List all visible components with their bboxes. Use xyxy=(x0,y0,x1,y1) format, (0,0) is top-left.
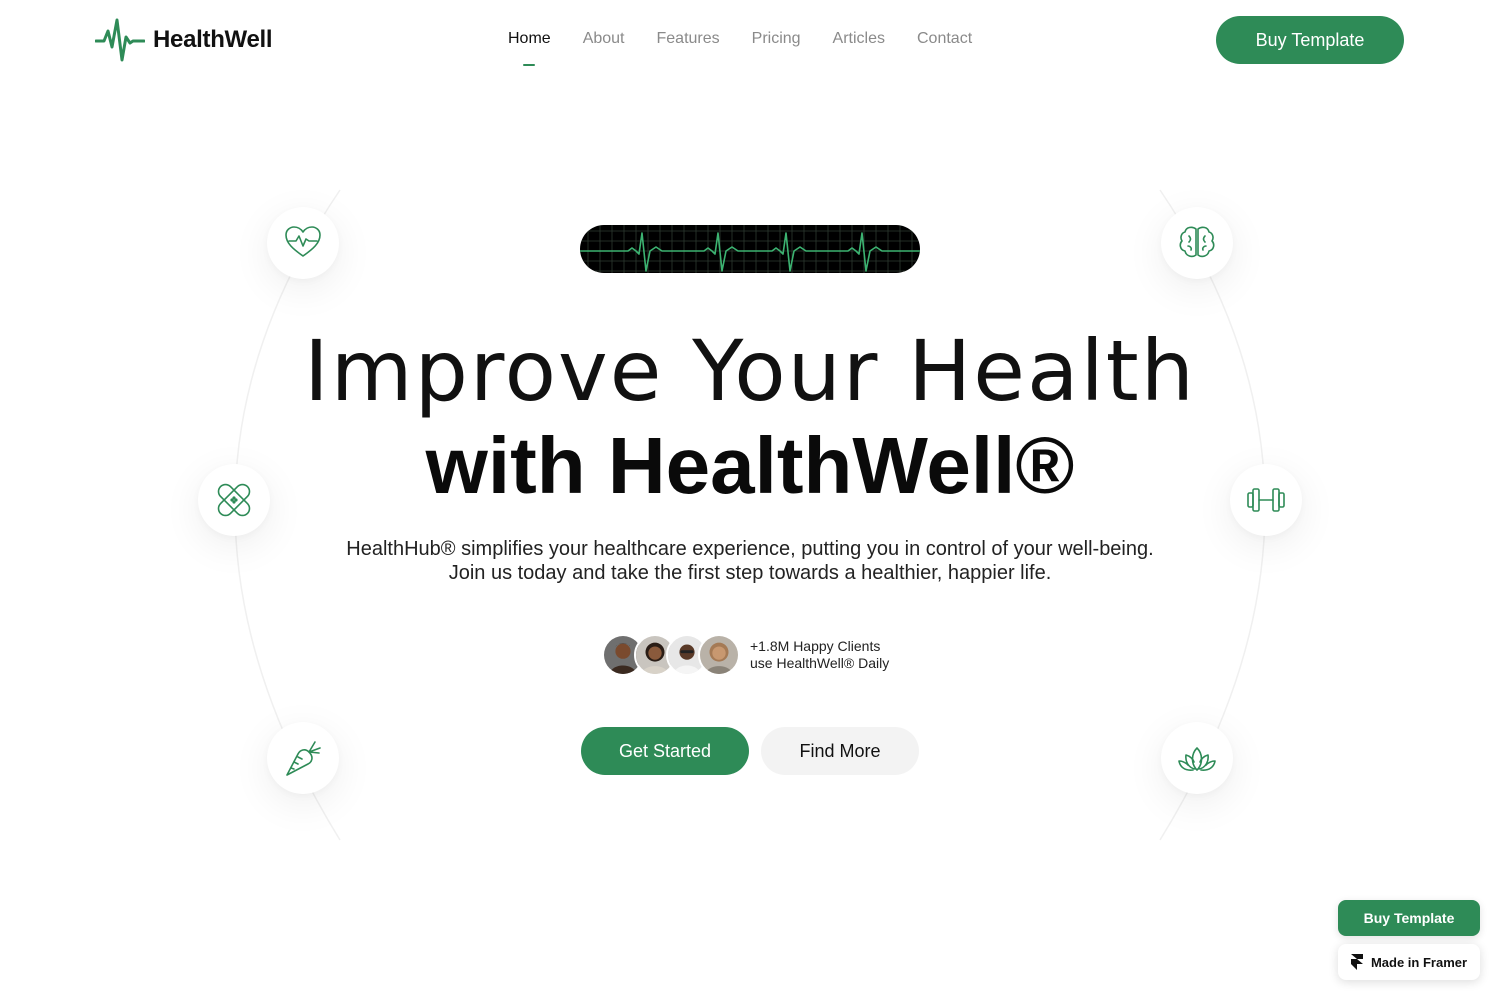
brand-name: HealthWell xyxy=(153,26,273,53)
nav-home[interactable]: Home xyxy=(508,30,551,48)
made-in-framer-label: Made in Framer xyxy=(1370,954,1468,970)
happy-clients: +1.8M Happy Clients use HealthWell® Dail… xyxy=(602,634,889,676)
nav-articles[interactable]: Articles xyxy=(833,30,885,48)
get-started-button[interactable]: Get Started xyxy=(581,727,749,775)
main-nav: Home About Features Pricing Articles Con… xyxy=(508,30,972,48)
avatar xyxy=(698,634,740,676)
carrot-icon xyxy=(267,722,339,794)
clients-usage: use HealthWell® Daily xyxy=(750,655,890,671)
nav-pricing[interactable]: Pricing xyxy=(752,30,801,48)
heart-pulse-icon xyxy=(267,207,339,279)
hero-title-line1: Improve Your Health xyxy=(304,322,1196,420)
find-more-button[interactable]: Find More xyxy=(761,727,919,775)
hero-subtitle-line2: Join us today and take the first step to… xyxy=(448,562,1052,584)
made-in-framer-badge[interactable]: Made in Framer xyxy=(1338,944,1480,980)
nav-contact[interactable]: Contact xyxy=(917,30,972,48)
clients-count: +1.8M Happy Clients xyxy=(750,638,881,654)
hero-title-line2: with HealthWell® xyxy=(425,421,1075,510)
framer-icon xyxy=(1350,954,1363,970)
clients-caption: +1.8M Happy Clients use HealthWell® Dail… xyxy=(750,638,889,672)
buy-template-button[interactable]: Buy Template xyxy=(1216,16,1404,64)
ecg-monitor-icon xyxy=(580,225,920,273)
lotus-icon xyxy=(1161,722,1233,794)
hero-subtitle-line1: HealthHub® simplifies your healthcare ex… xyxy=(346,538,1154,560)
brand-logo[interactable]: HealthWell xyxy=(95,14,273,66)
hero-subtitle: HealthHub® simplifies your healthcare ex… xyxy=(0,537,1500,585)
brain-icon xyxy=(1161,207,1233,279)
nav-features[interactable]: Features xyxy=(657,30,720,48)
heartbeat-pulse-icon xyxy=(95,18,145,62)
nav-about[interactable]: About xyxy=(583,30,625,48)
floating-buy-template-button[interactable]: Buy Template xyxy=(1338,900,1480,936)
